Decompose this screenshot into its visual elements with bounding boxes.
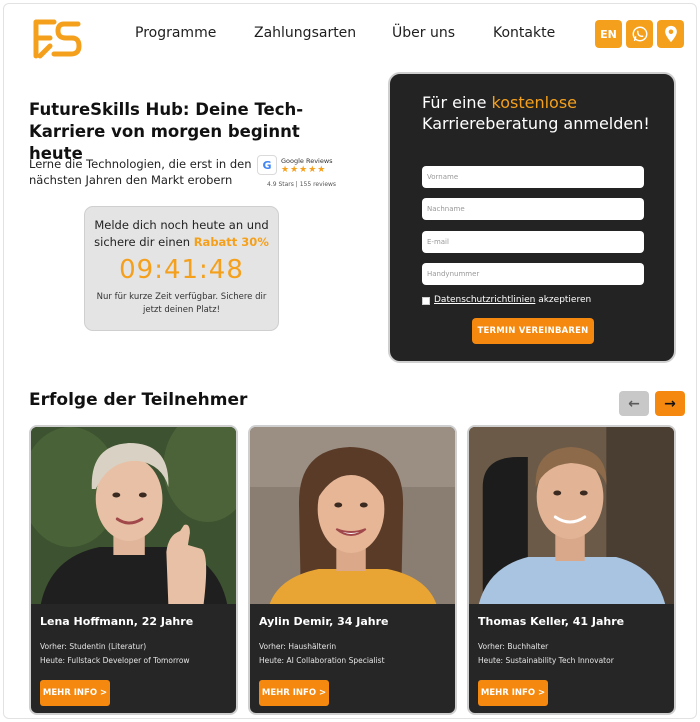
participant-photo [469,427,674,604]
form-title-rest: Karriereberatung anmelden! [422,114,650,133]
google-icon: G [257,155,277,175]
form-title-prefix: Für eine [422,93,492,112]
discount-label: Rabatt 30% [193,235,269,249]
consent-text: akzeptieren [535,295,592,305]
reviews-meta: 4.9 Stars | 155 reviews [267,181,337,188]
participant-photo [31,427,236,604]
arrow-left-icon: ← [628,395,640,412]
participant-previous: Vorher: Haushälterin [259,642,337,651]
form-title: Für eine kostenlose Karriereberatung anm… [422,92,652,134]
nav-zahlungsarten[interactable]: Zahlungsarten [254,25,356,41]
whatsapp-icon [632,26,647,42]
location-pin-icon [664,25,677,43]
countdown-text: Melde dich noch heute an und sichere dir… [85,217,278,251]
participant-previous: Vorher: Buchhalter [478,642,549,651]
last-name-field[interactable] [422,198,644,220]
google-reviews-badge[interactable]: G Google Reviews ★★★★★ 4.9 Stars | 155 r… [257,155,337,191]
rating-stars: ★★★★★ [281,165,327,175]
participant-name: Aylin Demir, 34 Jahre [259,615,389,628]
more-info-button[interactable]: MEHR INFO > [259,680,329,706]
participant-name: Thomas Keller, 41 Jahre [478,615,625,628]
reviews-label: Google Reviews [281,157,333,165]
carousel-prev-button[interactable]: ← [619,391,649,416]
countdown-card: Melde dich noch heute an und sichere dir… [84,206,279,331]
privacy-policy-link[interactable]: Datenschutzrichtlinien [434,295,535,305]
nav-programme[interactable]: Programme [135,25,216,41]
participant-previous: Vorher: Studentin (Literatur) [40,642,147,651]
language-button[interactable]: EN [595,20,622,48]
email-field[interactable] [422,231,644,253]
participant-now: Heute: Sustainability Tech Innovator [478,656,614,665]
carousel-next-button[interactable]: → [655,391,685,416]
participant-now: Heute: AI Collaboration Specialist [259,656,385,665]
whatsapp-button[interactable] [626,20,653,48]
consultation-form: Für eine kostenlose Karriereberatung anm… [388,72,676,363]
participant-now: Heute: Fullstack Developer of Tomorrow [40,656,190,665]
privacy-checkbox[interactable] [422,297,430,305]
success-section-title: Erfolge der Teilnehmer [29,390,248,410]
first-name-field[interactable] [422,166,644,188]
phone-field[interactable] [422,263,644,285]
testimonial-card: Lena Hoffmann, 22 Jahre Vorher: Studenti… [29,425,238,715]
location-button[interactable] [657,20,684,48]
futureskills-logo[interactable] [30,16,84,62]
privacy-consent: Datenschutzrichtlinien akzeptieren [434,295,591,305]
testimonial-card: Thomas Keller, 41 Jahre Vorher: Buchhalt… [467,425,676,715]
hero-subtitle: Lerne die Technologien, die erst in den … [29,157,252,187]
countdown-clock: 09:41:48 [119,255,244,285]
page-frame: Programme Zahlungsarten Über uns Kontakt… [3,3,697,719]
form-title-accent: kostenlose [491,93,578,112]
more-info-button[interactable]: MEHR INFO > [40,680,110,706]
more-info-button[interactable]: MEHR INFO > [478,680,548,706]
arrow-right-icon: → [664,395,676,412]
countdown-note: Nur für kurze Zeit verfügbar. Sichere di… [96,292,267,315]
book-appointment-button[interactable]: TERMIN VEREINBAREN [472,318,594,344]
testimonial-card: Aylin Demir, 34 Jahre Vorher: Haushälter… [248,425,457,715]
nav-kontakte[interactable]: Kontakte [493,25,555,41]
participant-photo [250,427,455,604]
nav-ueber-uns[interactable]: Über uns [392,25,455,41]
participant-name: Lena Hoffmann, 22 Jahre [40,615,194,628]
